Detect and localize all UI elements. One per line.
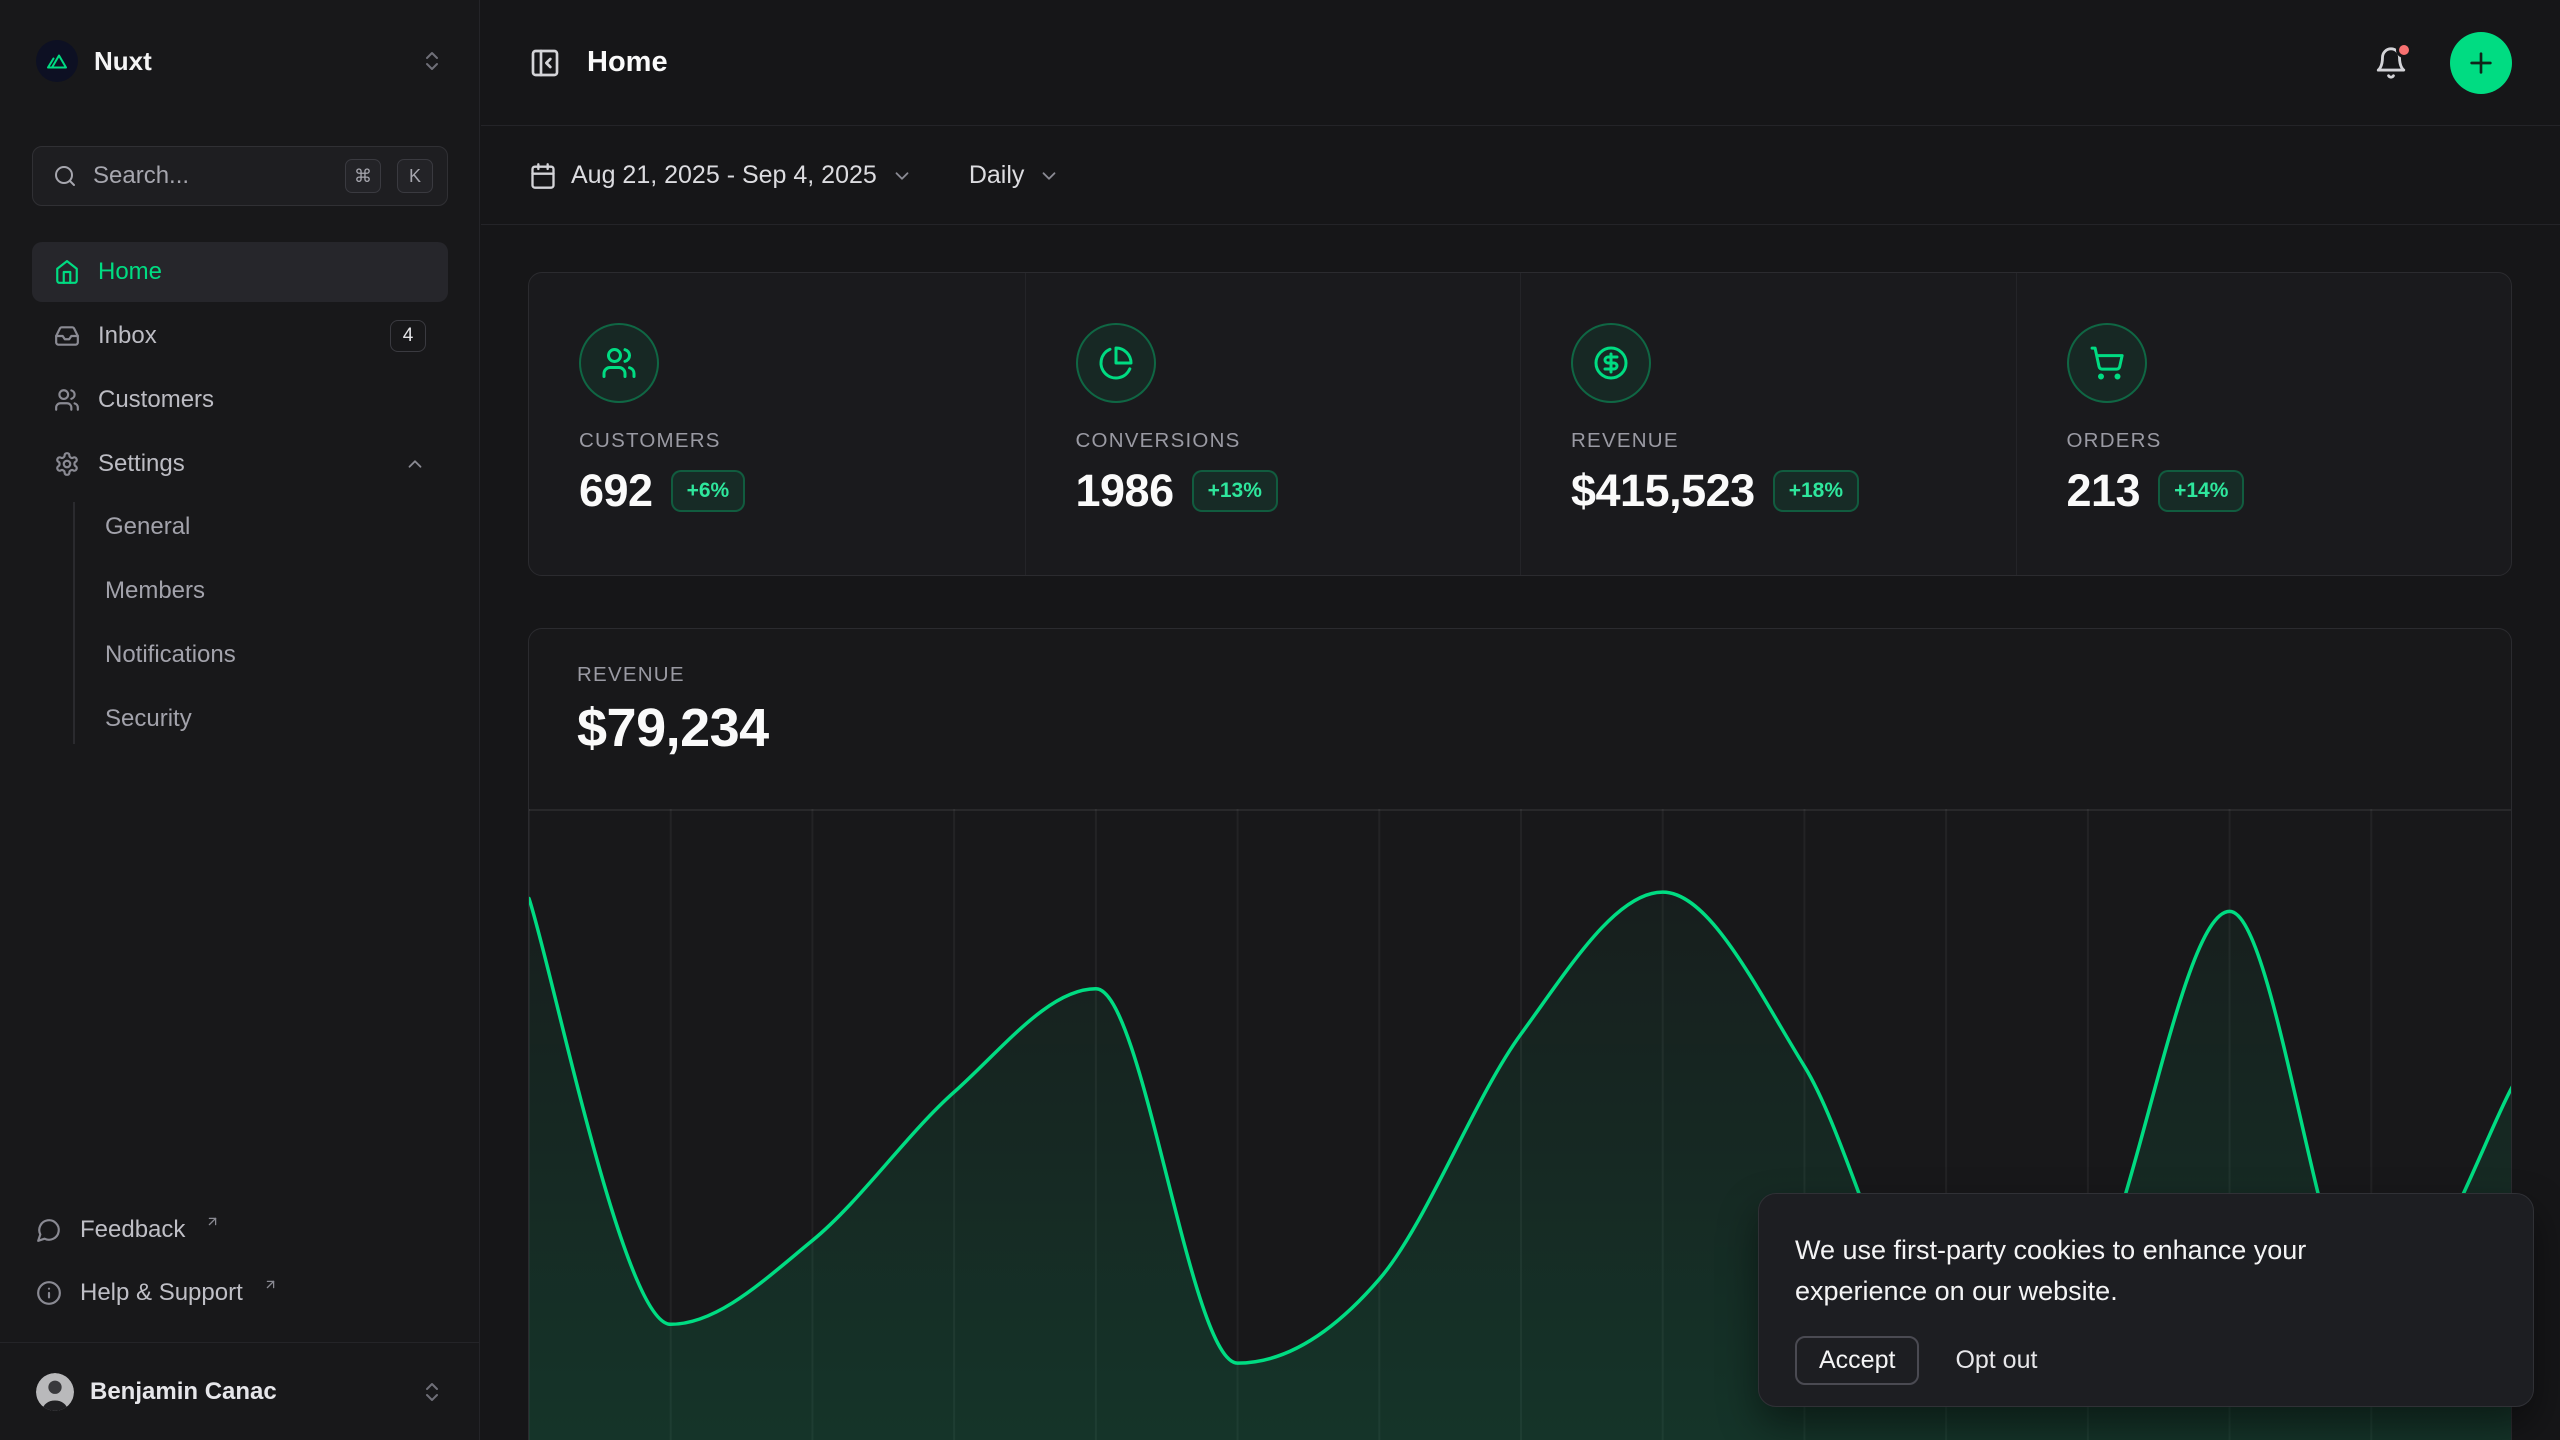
chevrons-up-down-icon bbox=[420, 49, 444, 73]
workspace-name: Nuxt bbox=[94, 46, 404, 77]
cookie-banner: We use first-party cookies to enhance yo… bbox=[1758, 1193, 2534, 1407]
page-header: Home bbox=[481, 0, 2560, 126]
date-range-picker[interactable]: Aug 21, 2025 - Sep 4, 2025 bbox=[529, 161, 913, 190]
stat-label: REVENUE bbox=[1571, 429, 2016, 453]
stat-conversions: CONVERSIONS 1986 +13% bbox=[1025, 273, 1521, 575]
opt-out-button[interactable]: Opt out bbox=[1955, 1346, 2037, 1375]
chevron-down-icon bbox=[1038, 165, 1060, 187]
inbox-icon bbox=[54, 323, 80, 349]
sidebar-item-settings[interactable]: Settings bbox=[32, 434, 448, 494]
sidebar-nav: Home Inbox 4 Customers Settings bbox=[32, 242, 448, 498]
sidebar-item-label: Home bbox=[98, 258, 426, 286]
stat-label: CONVERSIONS bbox=[1076, 429, 1521, 453]
cookie-message: We use first-party cookies to enhance yo… bbox=[1795, 1230, 2435, 1312]
search-icon bbox=[53, 164, 77, 188]
stat-value: 213 bbox=[2067, 465, 2141, 517]
settings-submenu: General Members Notifications Security bbox=[32, 498, 448, 754]
search-input[interactable]: Search... ⌘ K bbox=[32, 146, 448, 206]
info-circle-icon bbox=[36, 1280, 62, 1306]
avatar bbox=[36, 1373, 74, 1411]
stat-value: 692 bbox=[579, 465, 653, 517]
chevrons-up-down-icon bbox=[420, 1380, 444, 1404]
submenu-rail bbox=[73, 502, 75, 744]
inbox-count-badge: 4 bbox=[390, 320, 426, 352]
help-support-link[interactable]: Help & Support bbox=[32, 1271, 448, 1315]
filter-toolbar: Aug 21, 2025 - Sep 4, 2025 Daily bbox=[481, 127, 2560, 225]
stat-delta-badge: +18% bbox=[1773, 470, 1859, 512]
sidebar-item-label: Inbox bbox=[98, 322, 372, 350]
granularity-value: Daily bbox=[969, 161, 1025, 190]
calendar-icon bbox=[529, 162, 557, 190]
cookie-actions: Accept Opt out bbox=[1795, 1336, 2493, 1385]
chevron-down-icon bbox=[891, 165, 913, 187]
dashboard-app: Nuxt Search... ⌘ K Home bbox=[0, 0, 2560, 1440]
workspace-switcher[interactable]: Nuxt bbox=[26, 32, 454, 90]
kbd-k: K bbox=[397, 159, 433, 193]
kbd-cmd: ⌘ bbox=[345, 159, 381, 193]
stat-delta-badge: +13% bbox=[1192, 470, 1278, 512]
arrow-up-right-icon bbox=[205, 1214, 220, 1229]
sidebar-item-members[interactable]: Members bbox=[32, 562, 448, 620]
house-icon bbox=[54, 259, 80, 285]
stat-delta-badge: +14% bbox=[2158, 470, 2244, 512]
stat-label: ORDERS bbox=[2067, 429, 2512, 453]
sidebar-item-home[interactable]: Home bbox=[32, 242, 448, 302]
panel-left-close-icon[interactable] bbox=[529, 47, 561, 79]
chevron-up-icon bbox=[404, 453, 426, 475]
pie-chart-icon bbox=[1076, 323, 1156, 403]
circle-dollar-icon bbox=[1571, 323, 1651, 403]
feedback-label: Feedback bbox=[80, 1216, 185, 1244]
stat-delta-badge: +6% bbox=[671, 470, 746, 512]
users-icon bbox=[579, 323, 659, 403]
sidebar-item-general[interactable]: General bbox=[32, 498, 448, 556]
date-range-value: Aug 21, 2025 - Sep 4, 2025 bbox=[571, 161, 877, 190]
shopping-cart-icon bbox=[2067, 323, 2147, 403]
search-placeholder: Search... bbox=[93, 162, 329, 190]
sidebar-item-customers[interactable]: Customers bbox=[32, 370, 448, 430]
sidebar-item-label: Settings bbox=[98, 450, 386, 478]
user-menu[interactable]: Benjamin Canac bbox=[26, 1362, 454, 1422]
sidebar-footer-divider bbox=[0, 1342, 480, 1343]
stat-label: CUSTOMERS bbox=[579, 429, 1025, 453]
sidebar-item-notifications[interactable]: Notifications bbox=[32, 626, 448, 684]
stat-orders: ORDERS 213 +14% bbox=[2016, 273, 2512, 575]
notifications-button[interactable] bbox=[2374, 46, 2408, 80]
sidebar: Nuxt Search... ⌘ K Home bbox=[0, 0, 480, 1440]
users-icon bbox=[54, 387, 80, 413]
notification-dot bbox=[2396, 42, 2412, 58]
stat-value: $415,523 bbox=[1571, 465, 1755, 517]
stat-value: 1986 bbox=[1076, 465, 1174, 517]
user-name: Benjamin Canac bbox=[90, 1378, 404, 1406]
revenue-label: REVENUE bbox=[577, 663, 2463, 687]
stats-row: CUSTOMERS 692 +6% CONVERSIONS 1986 +13% … bbox=[528, 272, 2512, 576]
nuxt-logo-icon bbox=[36, 40, 78, 82]
feedback-link[interactable]: Feedback bbox=[32, 1208, 448, 1252]
page-title: Home bbox=[587, 46, 2374, 79]
granularity-select[interactable]: Daily bbox=[969, 161, 1061, 190]
message-bubble-icon bbox=[36, 1217, 62, 1243]
sidebar-footer-links: Feedback Help & Support bbox=[32, 1208, 448, 1334]
sidebar-item-label: Customers bbox=[98, 386, 426, 414]
sidebar-item-security[interactable]: Security bbox=[32, 690, 448, 748]
revenue-value: $79,234 bbox=[577, 697, 2463, 759]
stat-revenue: REVENUE $415,523 +18% bbox=[1520, 273, 2016, 575]
accept-button[interactable]: Accept bbox=[1795, 1336, 1919, 1385]
help-support-label: Help & Support bbox=[80, 1279, 243, 1307]
sidebar-item-inbox[interactable]: Inbox 4 bbox=[32, 306, 448, 366]
revenue-header: REVENUE $79,234 bbox=[529, 629, 2511, 759]
gear-icon bbox=[54, 451, 80, 477]
add-button[interactable] bbox=[2450, 32, 2512, 94]
stat-customers: CUSTOMERS 692 +6% bbox=[529, 273, 1025, 575]
arrow-up-right-icon bbox=[263, 1277, 278, 1292]
